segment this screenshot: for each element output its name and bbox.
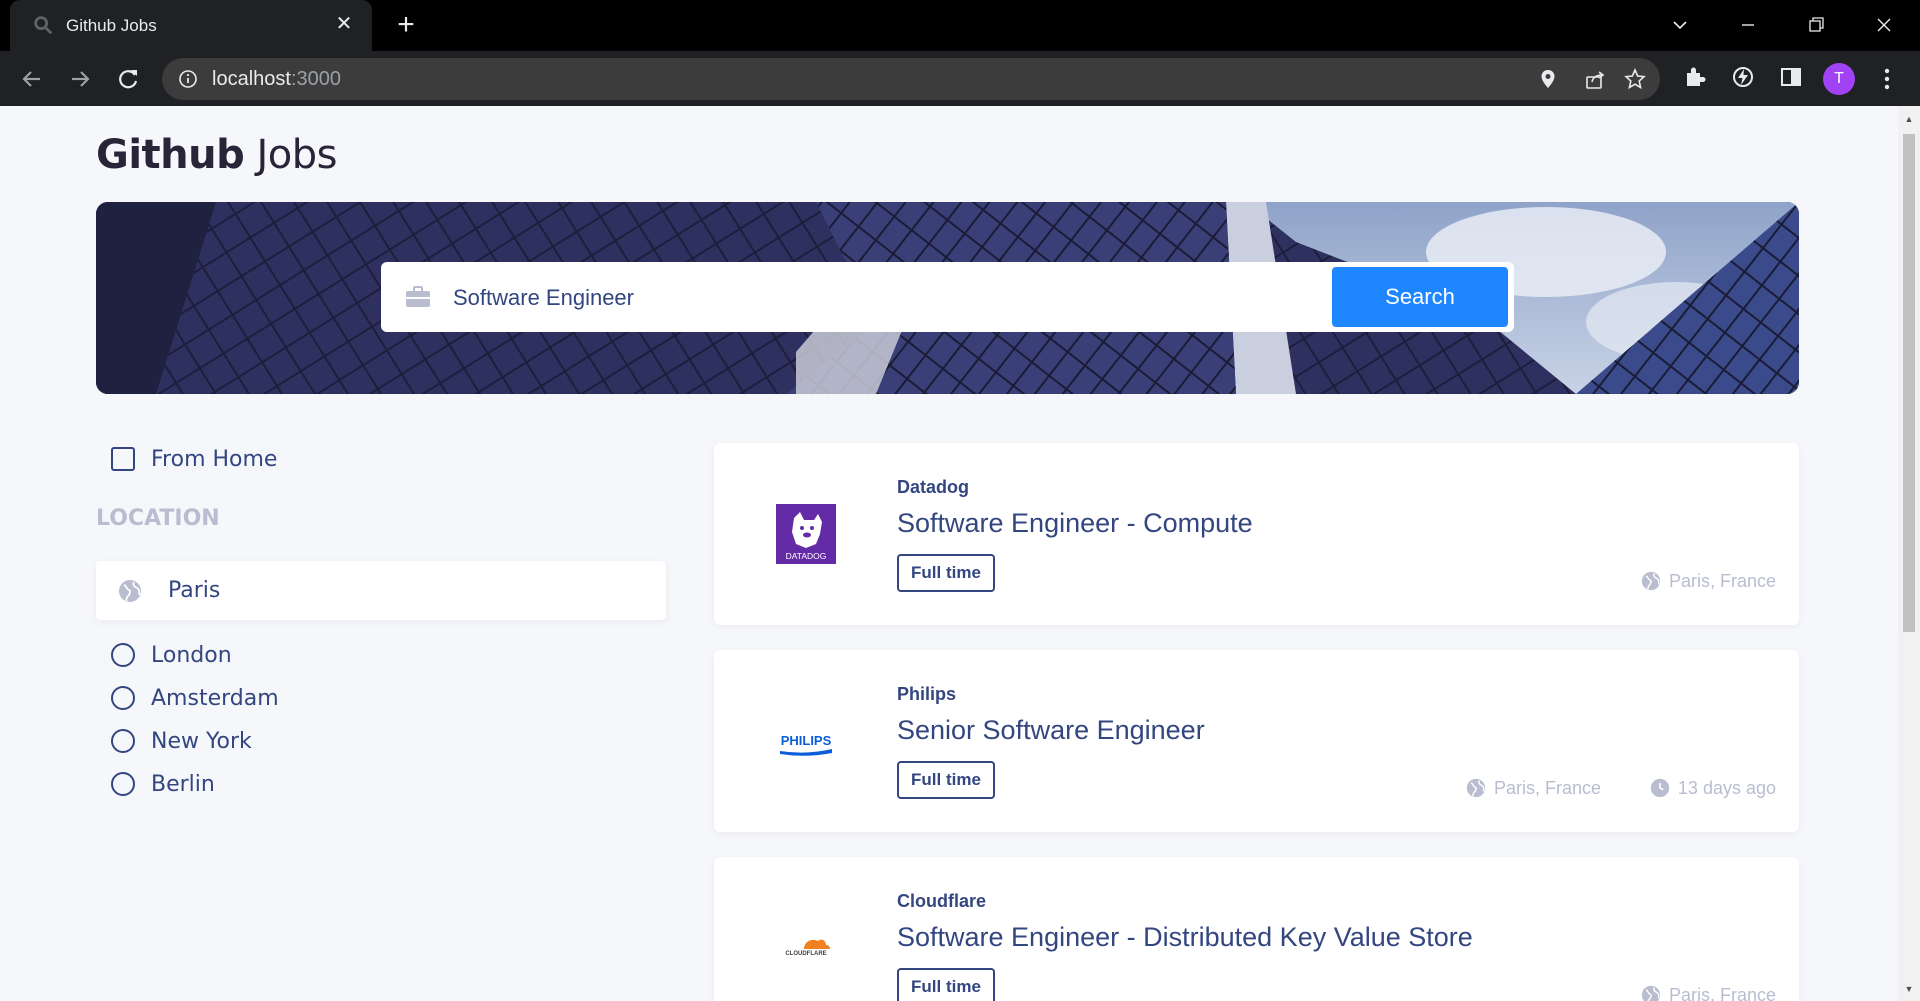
job-type-badge: Full time [897,554,995,592]
logo-light: Jobs [244,132,337,178]
menu-kebab-icon[interactable] [1873,63,1901,95]
address-bar[interactable]: localhost:3000 [162,58,1660,100]
radio-button[interactable] [111,729,135,753]
job-card[interactable]: CLOUDFLARE Cloudflare Software Engineer … [714,857,1799,1001]
job-location: Paris, France [1641,985,1776,1001]
job-title[interactable]: Software Engineer - Compute [897,508,1253,539]
job-title[interactable]: Software Engineer - Distributed Key Valu… [897,922,1473,953]
philips-logo-text: PHILIPS [781,733,832,748]
radio-button[interactable] [111,643,135,667]
app-logo[interactable]: Github Jobs [96,132,337,178]
extensions-icon[interactable] [1682,64,1708,90]
company-name: Datadog [897,477,969,497]
globe-icon [1466,778,1486,798]
side-panel-icon[interactable] [1778,64,1804,90]
from-home-checkbox[interactable] [111,447,135,471]
radio-label: London [151,643,232,668]
search-hero-banner: Software Engineer Search [96,202,1799,394]
restore-icon[interactable] [1800,10,1832,40]
job-location-text: Paris, France [1493,778,1601,798]
briefcase-icon [406,286,430,307]
info-icon[interactable] [178,69,198,89]
forward-arrow-icon[interactable] [64,63,96,95]
browser-tab-strip: Github Jobs ✕ + [0,0,1920,51]
scrollbar-thumb[interactable] [1903,134,1915,632]
job-location-text: Paris, France [1668,985,1776,1001]
bookmark-star-icon[interactable] [1624,68,1646,90]
cloudflare-logo: CLOUDFLARE [776,918,836,978]
company-name: Philips [897,684,957,704]
logo-bold: Github [96,132,245,178]
radio-button[interactable] [111,686,135,710]
share-icon[interactable] [1584,68,1606,90]
location-heading: LOCATION [96,506,220,531]
globe-icon [1641,985,1661,1001]
minimize-icon[interactable] [1732,10,1764,40]
datadog-logo-text: DATADOG [786,551,827,561]
new-tab-button[interactable]: + [390,10,422,42]
job-posted: 13 days ago [1650,778,1776,802]
job-type-badge: Full time [897,761,995,799]
url-text: localhost:3000 [212,68,341,91]
philips-logo: PHILIPS [776,711,836,771]
clock-icon [1650,778,1670,798]
from-home-label: From Home [151,447,278,472]
radio-label: Amsterdam [151,686,279,711]
globe-icon [119,580,141,602]
job-type-badge: Full time [897,968,995,1001]
page-scrollbar[interactable]: ▲ ▼ [1898,106,1920,1001]
location-value: Paris [168,578,221,603]
performance-icon[interactable] [1730,64,1756,90]
job-search-box: Software Engineer Search [381,262,1514,332]
close-icon[interactable]: ✕ [332,12,356,36]
profile-avatar[interactable]: T [1823,63,1855,95]
company-name: Cloudflare [897,891,987,911]
scroll-down-arrow-icon[interactable]: ▼ [1904,984,1914,994]
search-icon [34,16,53,35]
job-search-input[interactable]: Software Engineer [453,285,634,311]
tab-title: Github Jobs [66,16,157,35]
browser-tab[interactable]: Github Jobs ✕ [10,0,372,51]
url-port: :3000 [290,68,341,90]
job-location: Paris, France [1641,571,1776,595]
back-arrow-icon[interactable] [16,63,48,95]
scroll-up-arrow-icon[interactable]: ▲ [1904,114,1914,124]
browser-toolbar: localhost:3000 T [0,51,1920,106]
location-pin-icon[interactable] [1537,68,1559,90]
radio-button[interactable] [111,772,135,796]
datadog-logo: DATADOG [776,504,836,564]
location-input[interactable]: Paris [96,561,666,620]
job-card[interactable]: DATADOG Datadog Software Engineer - Comp… [714,443,1799,625]
radio-label: New York [151,729,252,754]
url-host: localhost [212,68,291,90]
globe-icon [1641,571,1661,591]
job-title[interactable]: Senior Software Engineer [897,715,1205,746]
job-location-text: Paris, France [1668,571,1776,591]
job-posted-text: 13 days ago [1677,778,1776,798]
reload-icon[interactable] [112,63,144,95]
job-card[interactable]: PHILIPS Philips Senior Software Engineer… [714,650,1799,832]
chevron-down-icon[interactable] [1664,10,1696,40]
radio-label: Berlin [151,772,215,797]
search-button[interactable]: Search [1332,267,1508,327]
job-location: Paris, France [1466,778,1601,802]
window-close-icon[interactable] [1868,10,1900,40]
page-viewport: Github Jobs Software Engineer Search Fro… [0,106,1898,1001]
cloudflare-logo-text: CLOUDFLARE [785,951,826,957]
